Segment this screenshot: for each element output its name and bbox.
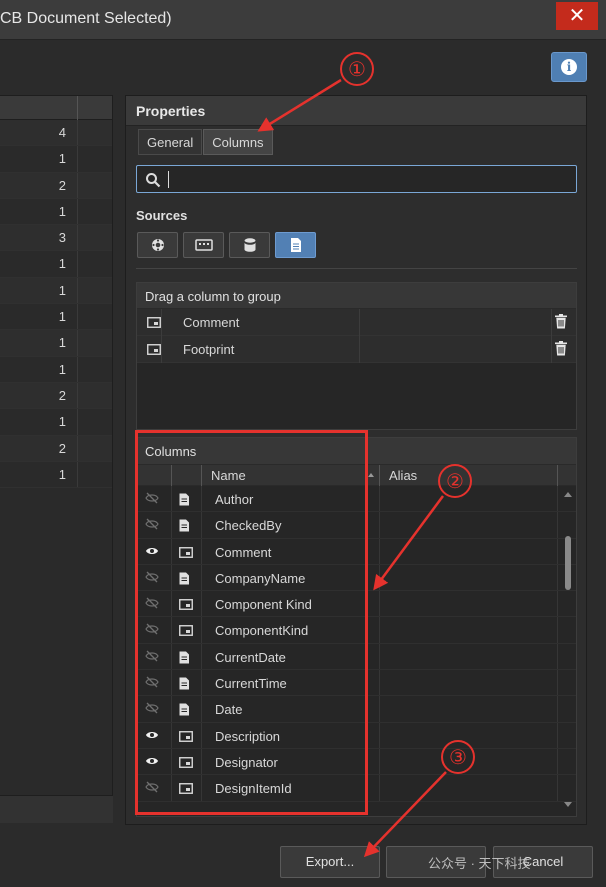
column-header-alias[interactable]: Alias <box>389 468 417 483</box>
sources-label: Sources <box>136 208 188 223</box>
table-row[interactable]: 1 <box>0 146 112 173</box>
trash-icon[interactable] <box>555 314 567 332</box>
table-row[interactable]: 2 <box>0 172 112 199</box>
row-count: 4 <box>58 125 66 140</box>
row-count: 1 <box>58 414 66 430</box>
title-bar: CB Document Selected) ✕ <box>0 0 606 40</box>
group-row-label: Footprint <box>183 342 235 357</box>
annotation-highlight-box <box>135 430 368 815</box>
row-count: 1 <box>58 203 66 219</box>
info-icon: i <box>561 59 577 75</box>
table-row[interactable]: 1 <box>0 198 112 226</box>
database-icon <box>244 238 255 252</box>
sources-buttons <box>137 232 316 258</box>
group-by-title: Drag a column to group <box>137 283 576 309</box>
component-field-icon <box>147 343 161 358</box>
component-icon <box>151 239 164 251</box>
pcb-board-icon <box>194 239 213 251</box>
row-count: 2 <box>58 387 66 403</box>
table-row[interactable]: 1 <box>0 461 112 489</box>
row-count: 2 <box>58 440 66 456</box>
row-count: 2 <box>58 177 66 193</box>
info-button[interactable]: i <box>551 52 587 82</box>
scroll-thumb[interactable] <box>565 536 571 590</box>
group-by-box[interactable]: Drag a column to group Comment Footprint <box>136 282 577 430</box>
window-title: CB Document Selected) <box>0 10 172 27</box>
search-icon <box>146 173 161 188</box>
table-row[interactable]: 1 <box>0 304 112 331</box>
component-field-icon <box>147 316 161 331</box>
properties-header: Properties <box>126 96 586 126</box>
export-button[interactable]: Export... <box>280 846 380 878</box>
table-row[interactable]: 2 <box>0 382 112 410</box>
table-row[interactable]: 4 <box>0 120 112 147</box>
row-count: 1 <box>58 335 66 351</box>
search-box[interactable] <box>136 165 577 193</box>
row-count: 1 <box>58 466 66 482</box>
properties-tabs: General Columns <box>138 129 274 155</box>
table-row[interactable]: 1 <box>0 330 112 357</box>
source-database-button[interactable] <box>229 232 270 258</box>
scroll-up-icon[interactable] <box>564 492 572 497</box>
watermark: 公众号 · 天下科技 <box>428 856 531 871</box>
table-row[interactable]: 3 <box>0 225 112 252</box>
table-row[interactable]: 1 <box>0 356 112 383</box>
source-components-button[interactable] <box>137 232 178 258</box>
columns-scrollbar[interactable] <box>561 488 575 814</box>
left-table: 4 1 2 1 3 1 1 1 1 1 2 1 2 1 <box>0 95 113 823</box>
trash-icon[interactable] <box>555 341 567 359</box>
scroll-down-icon[interactable] <box>564 802 572 807</box>
row-count: 1 <box>58 256 66 272</box>
table-row[interactable]: 1 <box>0 277 112 305</box>
source-pcb-button[interactable] <box>183 232 224 258</box>
group-row[interactable]: Footprint <box>137 336 576 363</box>
annotation-marker-1: ① <box>348 57 366 81</box>
left-table-header <box>0 96 112 120</box>
sort-asc-icon <box>368 473 374 477</box>
divider <box>136 268 577 269</box>
table-row[interactable]: 1 <box>0 251 112 278</box>
left-table-footer <box>0 795 113 823</box>
table-row[interactable]: 1 <box>0 409 112 436</box>
row-count: 1 <box>58 282 66 298</box>
row-count: 3 <box>58 230 66 246</box>
source-document-button[interactable] <box>275 232 316 258</box>
close-button[interactable]: ✕ <box>556 2 598 30</box>
tab-columns[interactable]: Columns <box>203 129 273 155</box>
search-input[interactable] <box>165 169 565 189</box>
tab-general[interactable]: General <box>138 129 203 155</box>
row-count: 1 <box>58 151 66 167</box>
group-row-label: Comment <box>183 315 240 330</box>
row-count: 1 <box>58 361 66 377</box>
group-row[interactable]: Comment <box>137 309 576 336</box>
table-row[interactable]: 2 <box>0 435 112 462</box>
row-count: 1 <box>58 309 66 325</box>
document-icon <box>290 238 301 252</box>
